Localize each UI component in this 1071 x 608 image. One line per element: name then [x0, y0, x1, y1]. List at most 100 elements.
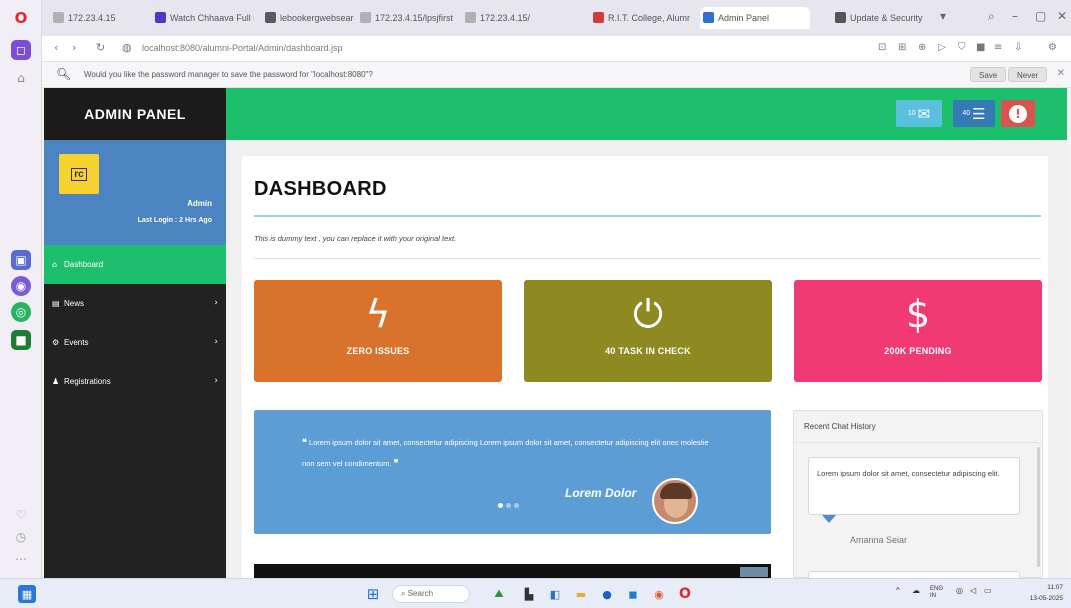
sidebar-item-news[interactable]: ▤ News ›: [44, 284, 226, 323]
chrome-icon[interactable]: ◉: [650, 585, 668, 603]
start-icon[interactable]: ⊞: [364, 585, 382, 603]
sidebar-item-label: Dashboard: [64, 260, 104, 269]
opera-logo-icon[interactable]: O: [11, 8, 31, 28]
language-indicator[interactable]: ENG IN: [930, 586, 948, 600]
back-icon[interactable]: ‹: [54, 41, 58, 54]
tab-label: Watch Chhaava Full mo: [170, 13, 254, 23]
browser-tab[interactable]: 172.23.4.15: [50, 7, 140, 29]
browser-tab[interactable]: lebookergwebsearcom: [262, 7, 354, 29]
quote-carousel[interactable]: ❝ Lorem ipsum dolor sit amet, consectetu…: [254, 410, 771, 534]
alert-button[interactable]: !: [1001, 100, 1035, 127]
sidebar-menu: ⌂ Dashboard ▤ News › ⚙ Events › ♟ Registrations ›: [44, 245, 226, 401]
app-icon-2[interactable]: ■: [11, 330, 31, 350]
search-tabs-icon[interactable]: ⌕: [988, 9, 995, 24]
logo-text: rc: [71, 167, 87, 181]
wifi-icon[interactable]: ◎: [956, 586, 963, 595]
store-icon[interactable]: ◼: [624, 585, 642, 603]
envelope-button[interactable]: 10 ✉: [896, 100, 942, 127]
tab-favicon-icon: [465, 12, 476, 23]
browser-tab[interactable]: Admin Panel: [700, 7, 810, 29]
settings-icon[interactable]: ⚙: [1048, 42, 1057, 53]
heart-icon[interactable]: ♡: [11, 505, 31, 525]
envelope-icon: ✉: [917, 104, 931, 123]
volume-icon[interactable]: ◁: [970, 586, 976, 595]
chevron-right-icon: ›: [214, 337, 218, 347]
web-page: ADMIN PANEL rc Admin Last Login : 2 Hrs …: [44, 88, 1067, 578]
task-view-icon[interactable]: ▙: [520, 585, 538, 603]
browser-tab[interactable]: Update & Security: [832, 7, 928, 29]
whatsapp-icon[interactable]: ◎: [11, 302, 31, 322]
search-icon: ⌕: [401, 589, 406, 598]
close-window-icon[interactable]: ✕: [1057, 9, 1067, 23]
landscape-icon[interactable]: ⛰: [486, 585, 512, 603]
vpn-icon[interactable]: ⊕: [918, 42, 926, 53]
history-icon[interactable]: ◷: [11, 527, 31, 547]
tab-label: 172.23.4.15/lpsjfirst: [375, 13, 454, 23]
save-password-button[interactable]: Save: [970, 67, 1007, 82]
play-icon[interactable]: ▷: [938, 42, 946, 53]
stat-card[interactable]: $200K PENDING: [794, 280, 1042, 382]
aria-icon[interactable]: ◻: [11, 40, 31, 60]
site-info-icon[interactable]: ◍: [122, 41, 132, 54]
home-icon[interactable]: ⌂: [11, 68, 31, 88]
user-icon: ♟: [52, 377, 60, 386]
tab-label: lebookergwebsearcom: [280, 13, 354, 23]
stat-card[interactable]: ϟ ZERO ISSUES: [254, 280, 502, 382]
never-save-button[interactable]: Never: [1008, 67, 1048, 82]
sidebar-item-label: News: [64, 299, 85, 308]
app-icon-1[interactable]: ▣: [11, 250, 31, 270]
tray-chevron-icon[interactable]: ^: [896, 586, 900, 595]
carousel-dot[interactable]: [514, 503, 519, 508]
forward-icon[interactable]: ›: [72, 41, 76, 54]
shield-icon[interactable]: ⛉: [958, 42, 966, 53]
browser-tab[interactable]: 172.23.4.15/lpsjfirst: [357, 7, 457, 29]
messenger-icon[interactable]: ◉: [11, 276, 31, 296]
tab-dropdown-icon[interactable]: ▾: [940, 9, 946, 23]
tab-favicon-icon: [703, 12, 714, 23]
url-field[interactable]: localhost:8080/alumni-Portal/Admin/dashb…: [142, 43, 343, 53]
battery-icon[interactable]: ▭: [984, 586, 992, 595]
maximize-icon[interactable]: ▢: [1035, 9, 1046, 23]
camera-icon[interactable]: ⊡: [878, 42, 886, 53]
reload-icon[interactable]: ↻: [96, 41, 105, 54]
video-panel[interactable]: [254, 564, 771, 578]
sidebar-item-dashboard[interactable]: ⌂ Dashboard: [44, 245, 226, 284]
widgets-icon[interactable]: ▦: [18, 585, 36, 603]
browser-tab[interactable]: Watch Chhaava Full mo: [152, 7, 254, 29]
list-icon: ▤: [52, 299, 60, 308]
stat-card[interactable]: ⏻ 40 TASK IN CHECK: [524, 280, 772, 382]
browser-tab[interactable]: R.I.T. College, Alumni: [590, 7, 690, 29]
sidebar-item-registrations[interactable]: ♟ Registrations ›: [44, 362, 226, 401]
chat-scrollbar[interactable]: [1037, 447, 1040, 567]
taskbar-search[interactable]: ⌕ Search: [392, 585, 470, 603]
clock[interactable]: 11:07 13-05-2025: [1027, 582, 1063, 604]
wallet-icon[interactable]: ■: [976, 42, 985, 53]
carousel-dot[interactable]: [506, 503, 511, 508]
tab-favicon-icon: [360, 12, 371, 23]
chat-message-next: [808, 571, 1020, 578]
profile-panel: rc Admin Last Login : 2 Hrs Ago: [44, 140, 226, 245]
download-icon[interactable]: ⇩: [1014, 42, 1022, 53]
address-bar: ‹ › ↻ ◍ localhost:8080/alumni-Portal/Adm…: [42, 36, 1071, 62]
opera-taskbar-icon[interactable]: O: [676, 585, 694, 603]
lightning-icon: ϟ: [365, 292, 391, 336]
sidebar-item-events[interactable]: ⚙ Events ›: [44, 323, 226, 362]
close-prompt-icon[interactable]: ✕: [1057, 68, 1065, 79]
plug-icon: ⏻: [632, 292, 664, 336]
more-icon[interactable]: ⋯: [11, 549, 31, 569]
bars-button[interactable]: 40 ☰: [953, 100, 995, 127]
minimize-icon[interactable]: –: [1012, 9, 1018, 23]
tab-strip: 172.23.4.15 Watch Chhaava Full mo lebooker…: [42, 0, 1071, 36]
browser-tab[interactable]: 172.23.4.15/: [462, 7, 538, 29]
chat-panel: Recent Chat History Lorem ipsum dolor si…: [793, 410, 1043, 578]
menu-icon[interactable]: ≡: [994, 42, 1002, 53]
dashboard-content: DASHBOARD This is dummy text , you can r…: [242, 156, 1048, 578]
file-explorer-icon[interactable]: ▬: [572, 585, 590, 603]
grid-icon[interactable]: ⊞: [898, 42, 906, 53]
copilot-icon[interactable]: ◧: [546, 585, 564, 603]
carousel-dot[interactable]: [498, 503, 503, 508]
brand-title[interactable]: ADMIN PANEL: [44, 88, 226, 140]
cloud-icon[interactable]: ☁: [912, 586, 920, 595]
tab-label: 172.23.4.15/: [480, 13, 531, 23]
edge-icon[interactable]: ●: [598, 585, 616, 603]
